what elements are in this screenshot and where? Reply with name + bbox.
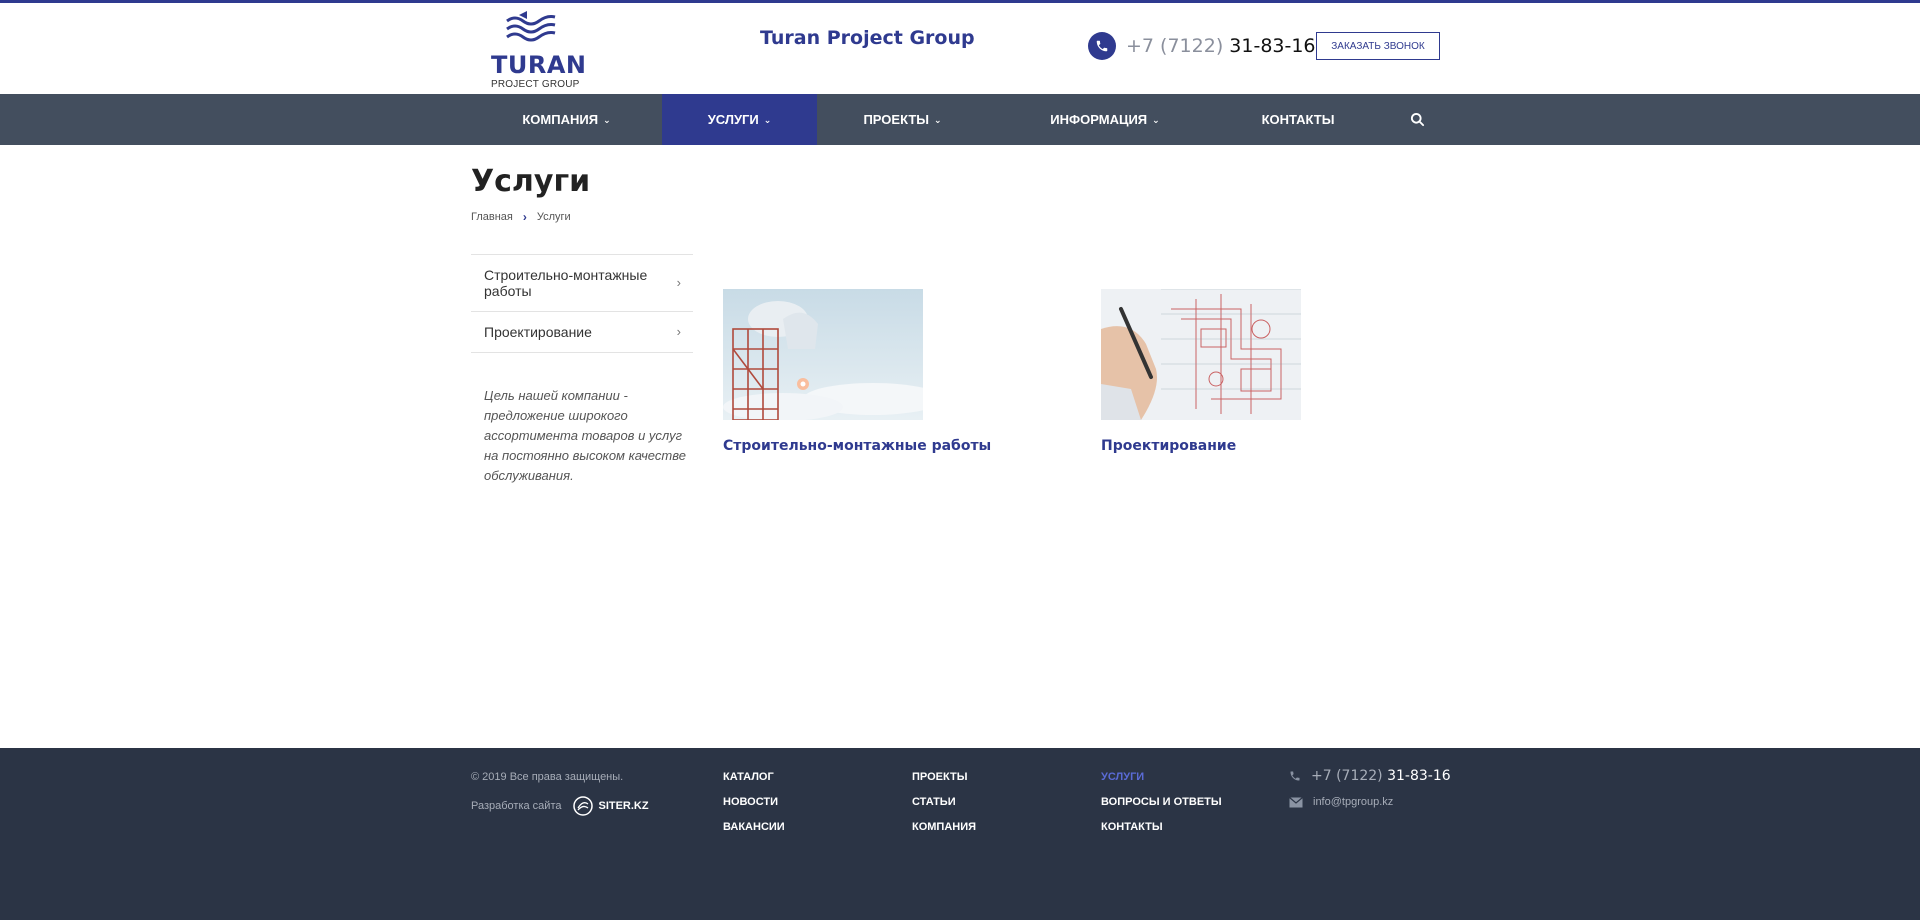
phone-icon [1290,771,1300,781]
phone-main: 31-83-16 [1229,35,1316,57]
nav-item-label: УСЛУГИ [707,112,759,127]
footer-link-contacts[interactable]: КОНТАКТЫ [1101,821,1222,833]
footer-col-3: УСЛУГИ ВОПРОСЫ И ОТВЕТЫ КОНТАКТЫ [1101,771,1222,846]
envelope-icon [1289,796,1303,807]
nav-item-label: ПРОЕКТЫ [863,112,929,127]
footer-link-faq[interactable]: ВОПРОСЫ И ОТВЕТЫ [1101,796,1222,808]
sidebar-menu: Строительно-монтажные работы › Проектиро… [471,254,693,353]
footer-link-catalog[interactable]: КАТАЛОГ [723,771,785,783]
copyright-text: © 2019 Все права защищены. [471,771,624,783]
chevron-down-icon: ⌄ [934,115,942,125]
site-header: TURAN PROJECT GROUP Turan Project Group … [0,3,1920,93]
nav-item-contacts[interactable]: КОНТАКТЫ [1248,94,1348,145]
service-card-design[interactable]: Проектирование [1101,289,1361,454]
search-button[interactable] [1402,94,1432,145]
breadcrumb: Главная › Услуги [471,210,571,224]
main-nav: КОМПАНИЯ ⌄ УСЛУГИ ⌄ ПРОЕКТЫ ⌄ ИНФОРМАЦИЯ ⌄ К… [0,94,1920,145]
logo-sub-text: PROJECT GROUP [491,79,580,90]
phone-code: +7 (7122) [1126,35,1224,57]
developer-credit: Разработка сайта SITER.KZ [471,796,649,816]
sidebar-item-design[interactable]: Проектирование › [471,312,693,353]
footer-phone-code: +7 (7122) [1311,768,1383,784]
footer-col-2: ПРОЕКТЫ СТАТЬИ КОМПАНИЯ [912,771,976,846]
sidebar-item-label: Проектирование [484,324,592,340]
siter-logo-icon [573,796,594,816]
chevron-down-icon: ⌄ [1152,115,1160,125]
design-drawing-image[interactable] [1101,289,1301,420]
breadcrumb-current: Услуги [536,211,571,223]
chevron-right-icon: › [676,275,681,290]
siter-link[interactable]: SITER.KZ [573,796,649,816]
footer-phone-number: +7 (7122) 31-83-16 [1311,768,1451,784]
service-card-title[interactable]: Проектирование [1101,438,1361,454]
siter-brand: SITER.KZ [598,800,649,812]
footer-link-news[interactable]: НОВОСТИ [723,796,785,808]
construction-image[interactable] [723,289,923,420]
logo-brand-text: TURAN [491,51,587,79]
sidebar-item-label: Строительно-монтажные работы [484,267,648,299]
nav-item-projects[interactable]: ПРОЕКТЫ ⌄ [850,94,955,145]
footer-email-text: info@tpgroup.kz [1313,796,1394,808]
footer-link-projects[interactable]: ПРОЕКТЫ [912,771,976,783]
header-phone[interactable]: +7 (7122) 31-83-16 [1088,31,1316,61]
nav-item-services[interactable]: УСЛУГИ ⌄ [662,94,817,145]
footer-link-articles[interactable]: СТАТЬИ [912,796,976,808]
service-card-construction[interactable]: Строительно-монтажные работы [723,289,991,454]
footer-col-1: КАТАЛОГ НОВОСТИ ВАКАНСИИ [723,771,785,846]
header-phone-number: +7 (7122) 31-83-16 [1126,35,1316,57]
footer-phone-main: 31-83-16 [1387,768,1451,784]
chevron-down-icon: ⌄ [603,115,611,125]
logo-waves-icon [506,11,556,42]
breadcrumb-home[interactable]: Главная [471,211,513,223]
footer-email[interactable]: info@tpgroup.kz [1289,796,1393,808]
phone-icon [1088,32,1116,60]
chevron-right-icon: › [522,210,527,224]
nav-item-information[interactable]: ИНФОРМАЦИЯ ⌄ [1035,94,1175,145]
nav-item-label: КОМПАНИЯ [522,112,599,127]
page-title: Услуги [471,164,591,199]
search-icon [1410,112,1424,127]
site-footer: © 2019 Все права защищены. Разработка са… [0,748,1920,920]
chevron-right-icon: › [676,324,681,339]
chevron-down-icon: ⌄ [763,115,772,125]
site-logo[interactable]: TURAN PROJECT GROUP [489,9,586,91]
dev-label: Разработка сайта [471,800,562,812]
footer-link-vacancies[interactable]: ВАКАНСИИ [723,821,785,833]
sidebar-description: Цель нашей компании - предложение широко… [484,388,686,483]
service-card-title[interactable]: Строительно-монтажные работы [723,438,991,454]
site-title: Turan Project Group [760,27,975,49]
nav-item-company[interactable]: КОМПАНИЯ ⌄ [500,94,633,145]
footer-link-services[interactable]: УСЛУГИ [1101,771,1222,783]
nav-item-label: КОНТАКТЫ [1261,112,1335,127]
nav-item-label: ИНФОРМАЦИЯ [1050,112,1148,127]
callback-button[interactable]: ЗАКАЗАТЬ ЗВОНОК [1316,32,1440,60]
footer-link-company[interactable]: КОМПАНИЯ [912,821,976,833]
footer-phone[interactable]: +7 (7122) 31-83-16 [1289,768,1451,784]
sidebar-item-construction[interactable]: Строительно-монтажные работы › [471,255,693,312]
